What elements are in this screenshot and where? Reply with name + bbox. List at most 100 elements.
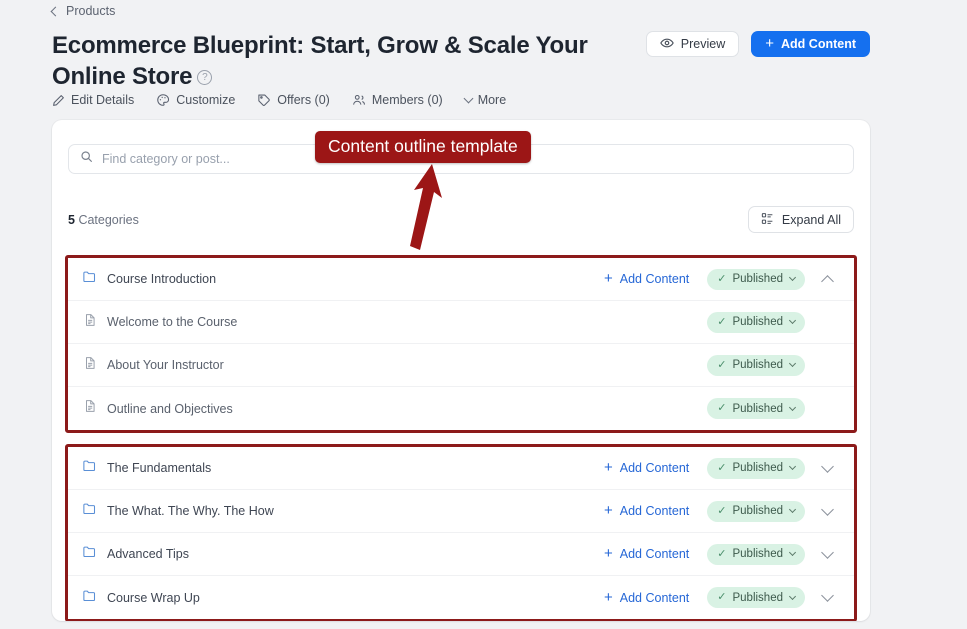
document-icon bbox=[83, 313, 97, 332]
chevron-down-icon bbox=[788, 548, 797, 557]
users-icon bbox=[352, 93, 366, 107]
expand-toggle[interactable] bbox=[815, 459, 839, 473]
tab-offers-label: Offers (0) bbox=[277, 93, 330, 107]
status-badge[interactable]: ✓ Published bbox=[707, 354, 805, 376]
row-label: Advanced Tips bbox=[82, 544, 604, 564]
list-layout-icon bbox=[761, 212, 774, 228]
status-badge[interactable]: ✓ Published bbox=[707, 543, 805, 565]
add-content-link[interactable]: + Add Content bbox=[604, 590, 689, 605]
check-icon: ✓ bbox=[717, 358, 727, 371]
status-badge-label: Published bbox=[732, 316, 783, 328]
breadcrumb-back-products[interactable]: Products bbox=[50, 4, 115, 18]
table-row[interactable]: The Fundamentals + Add Content ✓ Publish… bbox=[68, 447, 854, 490]
tab-customize[interactable]: Customize bbox=[156, 93, 235, 107]
status-badge[interactable]: ✓ Published bbox=[707, 500, 805, 522]
chevron-down-icon bbox=[820, 459, 834, 473]
table-row[interactable]: The What. The Why. The How + Add Content… bbox=[68, 490, 854, 533]
check-icon: ✓ bbox=[717, 547, 727, 560]
add-content-link[interactable]: + Add Content bbox=[604, 270, 690, 287]
check-icon: ✓ bbox=[717, 272, 727, 285]
status-badge[interactable]: ✓ Published bbox=[707, 268, 805, 290]
document-icon bbox=[83, 356, 97, 375]
add-content-link-label: Add Content bbox=[619, 504, 690, 518]
add-content-link[interactable]: + Add Content bbox=[604, 546, 690, 561]
header-actions: Preview + Add Content bbox=[645, 31, 870, 57]
row-label: The Fundamentals bbox=[82, 458, 604, 478]
question-mark-circle-icon[interactable]: ? bbox=[197, 70, 213, 86]
row-label: Welcome to the Course bbox=[83, 313, 707, 332]
annotation-label: Content outline template bbox=[315, 131, 531, 163]
outline-group-highlight: The Fundamentals + Add Content ✓ Publish… bbox=[65, 444, 857, 621]
plus-icon: + bbox=[604, 459, 613, 476]
chevron-left-icon bbox=[50, 6, 61, 16]
tab-members[interactable]: Members (0) bbox=[352, 93, 443, 107]
category-title: Course Introduction bbox=[107, 272, 217, 286]
tab-edit-details-label: Edit Details bbox=[71, 93, 135, 107]
chevron-down-icon bbox=[820, 589, 834, 602]
page-root: Products Ecommerce Blueprint: Start, Gro… bbox=[0, 0, 967, 629]
table-row[interactable]: Course Wrap Up + Add Content ✓ Published bbox=[68, 576, 854, 619]
chevron-down-icon bbox=[463, 93, 474, 104]
content-outline-card: 5 Categories Expand All bbox=[52, 120, 870, 621]
page-title-text: Ecommerce Blueprint: Start, Grow & Scale… bbox=[52, 32, 588, 91]
add-content-link-label: Add Content bbox=[619, 547, 690, 561]
outline-toolbar: 5 Categories Expand All bbox=[68, 206, 854, 233]
add-content-button[interactable]: + Add Content bbox=[751, 31, 870, 57]
chevron-down-icon bbox=[820, 545, 834, 559]
row-label: Course Introduction bbox=[82, 269, 604, 289]
status-badge[interactable]: ✓ Published bbox=[707, 398, 805, 419]
status-badge-label: Published bbox=[732, 402, 783, 415]
tab-more[interactable]: More bbox=[463, 93, 507, 107]
check-icon: ✓ bbox=[717, 315, 727, 328]
tab-customize-label: Customize bbox=[176, 93, 236, 107]
status-badge-label: Published bbox=[732, 548, 783, 560]
status-badge-label: Published bbox=[732, 359, 783, 371]
chevron-down-icon bbox=[788, 316, 797, 325]
expand-toggle[interactable] bbox=[815, 589, 839, 602]
lesson-title: Welcome to the Course bbox=[107, 315, 238, 329]
folder-icon bbox=[82, 458, 97, 478]
chevron-down-icon bbox=[820, 502, 834, 516]
plus-icon: + bbox=[604, 270, 613, 287]
outline-group-inner: The Fundamentals + Add Content ✓ Publish… bbox=[68, 447, 854, 619]
category-title: The What. The Why. The How bbox=[107, 504, 274, 518]
add-content-link-label: Add Content bbox=[619, 272, 690, 286]
row-label: Course Wrap Up bbox=[82, 588, 604, 608]
chevron-down-icon bbox=[788, 462, 797, 471]
table-row[interactable]: About Your Instructor ✓ Published bbox=[68, 344, 854, 387]
expand-toggle[interactable] bbox=[815, 545, 839, 559]
add-content-link[interactable]: + Add Content bbox=[604, 459, 689, 476]
preview-button[interactable]: Preview bbox=[645, 31, 740, 57]
table-row[interactable]: Outline and Objectives ✓ Published bbox=[68, 387, 854, 430]
table-row[interactable]: Course Introduction + Add Content ✓ Publ… bbox=[68, 258, 854, 301]
expand-all-button[interactable]: Expand All bbox=[747, 206, 854, 233]
categories-count-label: Categories bbox=[78, 212, 139, 227]
chevron-down-icon bbox=[788, 592, 797, 600]
status-badge[interactable]: ✓ Published bbox=[707, 457, 805, 479]
chevron-down-icon bbox=[788, 273, 797, 282]
status-badge[interactable]: ✓ Published bbox=[707, 587, 805, 608]
check-icon: ✓ bbox=[717, 461, 727, 474]
pencil-icon bbox=[52, 94, 65, 107]
expand-toggle[interactable] bbox=[815, 502, 839, 516]
status-badge[interactable]: ✓ Published bbox=[707, 311, 805, 333]
tab-more-label: More bbox=[477, 93, 507, 107]
folder-icon bbox=[82, 544, 97, 564]
tab-edit-details[interactable]: Edit Details bbox=[52, 93, 134, 107]
category-title: The Fundamentals bbox=[107, 461, 212, 475]
product-nav-tabs: Edit Details Customize Offers (0) Member… bbox=[52, 93, 506, 107]
folder-icon bbox=[82, 588, 97, 608]
category-title: Course Wrap Up bbox=[107, 590, 200, 605]
tag-icon bbox=[257, 93, 271, 107]
table-row[interactable]: Advanced Tips + Add Content ✓ Published bbox=[68, 533, 854, 576]
check-icon: ✓ bbox=[717, 504, 727, 517]
table-row[interactable]: Welcome to the Course ✓ Published bbox=[68, 301, 854, 344]
collapse-toggle[interactable] bbox=[815, 273, 839, 288]
outline-group-inner: Course Introduction + Add Content ✓ Publ… bbox=[68, 258, 854, 430]
check-icon: ✓ bbox=[717, 591, 727, 603]
tab-offers[interactable]: Offers (0) bbox=[257, 93, 330, 107]
outline-list: Course Introduction + Add Content ✓ Publ… bbox=[65, 255, 857, 621]
add-content-link[interactable]: + Add Content bbox=[604, 503, 690, 518]
lesson-title: Outline and Objectives bbox=[107, 401, 233, 416]
folder-icon bbox=[82, 269, 97, 289]
